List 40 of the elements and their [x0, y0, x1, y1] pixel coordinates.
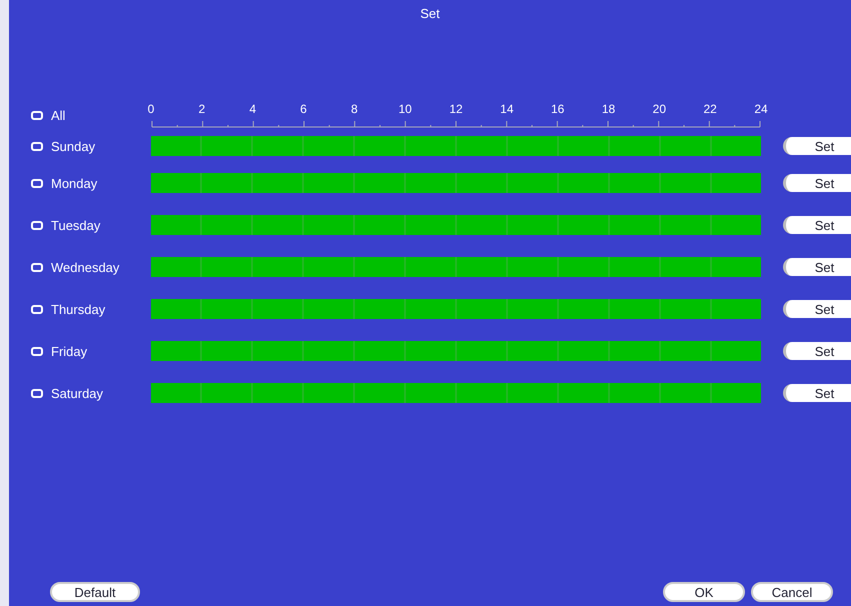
day-label: Wednesday [51, 260, 120, 274]
checkbox[interactable] [31, 388, 43, 398]
checkbox[interactable] [31, 220, 43, 230]
set-button[interactable]: Set [783, 137, 851, 155]
day-label: Tuesday [51, 218, 100, 232]
hour-label: 16 [550, 102, 564, 116]
hour-label: 4 [249, 102, 256, 116]
hour-label: 2 [198, 102, 206, 116]
hour-label: 0 [148, 102, 154, 116]
day-label: Monday [51, 176, 98, 190]
window-title: Set [420, 6, 440, 21]
ok-button[interactable]: OK [663, 582, 745, 602]
hour-label: 18 [602, 102, 616, 116]
default-button[interactable]: Default [50, 582, 140, 602]
hour-label: 22 [703, 102, 717, 116]
set-button[interactable]: Set [783, 216, 851, 234]
set-button[interactable]: Set [783, 174, 851, 192]
day-label: Sunday [51, 138, 96, 154]
checkbox[interactable] [31, 304, 43, 314]
hour-label: 12 [449, 102, 463, 116]
checkbox[interactable] [31, 110, 43, 120]
day-label: Saturday [51, 386, 104, 400]
hour-label: 6 [300, 102, 307, 116]
hour-label: 20 [652, 102, 666, 116]
set-button[interactable]: Set [783, 300, 851, 318]
checkbox[interactable] [31, 142, 43, 150]
day-label: Thursday [51, 302, 106, 316]
checkbox[interactable] [31, 262, 43, 272]
checkbox[interactable] [31, 178, 43, 188]
set-button[interactable]: Set [783, 342, 851, 360]
hour-label: 24 [754, 102, 768, 116]
hour-label: 8 [350, 102, 358, 116]
set-button[interactable]: Set [783, 384, 851, 402]
hour-label: 10 [398, 102, 412, 116]
set-button[interactable]: Set [783, 258, 851, 276]
checkbox-label: All [51, 108, 66, 122]
checkbox[interactable] [31, 346, 43, 356]
cancel-button[interactable]: Cancel [751, 582, 833, 602]
hour-label: 14 [500, 102, 514, 116]
day-label: Friday [51, 344, 88, 358]
